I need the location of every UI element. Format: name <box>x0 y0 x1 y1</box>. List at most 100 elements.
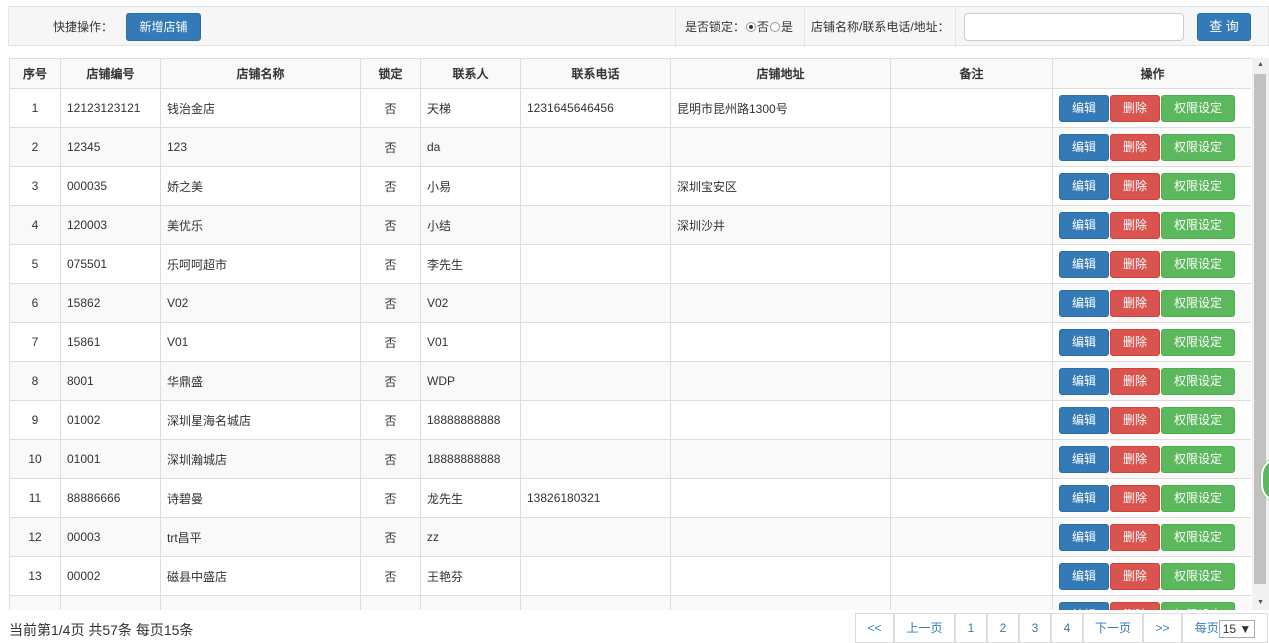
permission-button[interactable]: 权限设定 <box>1161 328 1235 356</box>
per-page-select[interactable]: 15 ▼ <box>1218 619 1256 638</box>
permission-button[interactable]: 权限设定 <box>1161 133 1235 161</box>
edit-button[interactable]: 编辑 <box>1059 250 1109 278</box>
permission-button[interactable]: 权限设定 <box>1161 211 1235 239</box>
scroll-up-arrow-icon[interactable]: ▲ <box>1252 58 1269 72</box>
cell-locked: 否 <box>360 244 421 284</box>
delete-button[interactable]: 删除 <box>1110 445 1160 473</box>
toolbar-divider <box>804 7 805 47</box>
permission-button[interactable]: 权限设定 <box>1161 289 1235 317</box>
delete-button[interactable]: 删除 <box>1110 172 1160 200</box>
pager-page-1[interactable]: 1 <box>955 613 987 643</box>
permission-button[interactable]: 权限设定 <box>1161 523 1235 551</box>
cell-name: trt昌平 <box>160 517 361 557</box>
lock-yes-radio[interactable] <box>770 21 781 32</box>
delete-button[interactable]: 删除 <box>1110 484 1160 512</box>
delete-button[interactable]: 删除 <box>1110 133 1160 161</box>
cell-locked: 否 <box>360 361 421 401</box>
permission-button[interactable]: 权限设定 <box>1161 445 1235 473</box>
cell-locked: 否 <box>360 478 421 518</box>
pager-last[interactable]: >> <box>1143 613 1182 643</box>
delete-button[interactable]: 删除 <box>1110 562 1160 590</box>
scrollbar-thumb[interactable] <box>1254 74 1266 584</box>
cell-phone <box>520 400 671 440</box>
pager-prev[interactable]: 上一页 <box>894 613 955 643</box>
delete-button[interactable]: 删除 <box>1110 367 1160 395</box>
delete-button[interactable]: 删除 <box>1110 250 1160 278</box>
quick-actions-label: 快捷操作： <box>53 20 114 34</box>
permission-button[interactable]: 权限设定 <box>1161 406 1235 434</box>
cell-contact: zz <box>420 517 521 557</box>
edit-button[interactable]: 编辑 <box>1059 289 1109 317</box>
delete-button[interactable]: 删除 <box>1110 328 1160 356</box>
pager-page-2[interactable]: 2 <box>987 613 1019 643</box>
delete-button[interactable]: 删除 <box>1110 601 1160 610</box>
cell-locked: 否 <box>360 283 421 323</box>
cell-name: V02 <box>160 283 361 323</box>
cell-no: 8 <box>9 361 61 401</box>
table-row: 13 00002 磁县中盛店否王艳芬 编辑 删除 权限设定 <box>9 556 1251 596</box>
permission-button[interactable]: 权限设定 <box>1161 250 1235 278</box>
edit-button[interactable]: 编辑 <box>1059 328 1109 356</box>
query-button[interactable]: 查 询 <box>1197 13 1251 41</box>
header-name: 店铺名称 <box>160 58 361 89</box>
edit-button[interactable]: 编辑 <box>1059 445 1109 473</box>
permission-button[interactable]: 权限设定 <box>1161 367 1235 395</box>
store-table-container: 序号 店铺编号 店铺名称 锁定 联系人 联系电话 店铺地址 备注 操作 1 121… <box>9 58 1251 610</box>
edit-button[interactable]: 编辑 <box>1059 367 1109 395</box>
cell-name: 华鼎盛 <box>160 361 361 401</box>
pager-page-4[interactable]: 4 <box>1051 613 1083 643</box>
edit-button[interactable]: 编辑 <box>1059 523 1109 551</box>
delete-button[interactable]: 删除 <box>1110 406 1160 434</box>
permission-button[interactable]: 权限设定 <box>1161 562 1235 590</box>
permission-button[interactable]: 权限设定 <box>1161 601 1235 610</box>
cell-remark <box>890 439 1053 479</box>
cell-no: 13 <box>9 556 61 596</box>
permission-button[interactable]: 权限设定 <box>1161 94 1235 122</box>
cell-remark <box>890 322 1053 362</box>
cell-no: 4 <box>9 205 61 245</box>
edit-button[interactable]: 编辑 <box>1059 484 1109 512</box>
cell-name: 诗碧曼 <box>160 478 361 518</box>
cell-actions: 编辑删除权限设定 <box>1052 127 1251 167</box>
cell-contact: 小结 <box>420 205 521 245</box>
edit-button[interactable]: 编辑 <box>1059 172 1109 200</box>
edit-button[interactable]: 编辑 <box>1059 406 1109 434</box>
edit-button[interactable]: 编辑 <box>1059 133 1109 161</box>
pager-first[interactable]: << <box>855 613 894 643</box>
edit-button[interactable]: 编辑 <box>1059 94 1109 122</box>
cell-remark <box>890 361 1053 401</box>
pager-next[interactable]: 下一页 <box>1083 613 1143 643</box>
table-scrollbar[interactable]: ▲ ▼ <box>1252 58 1269 610</box>
per-page-control: 每页 15 ▼ <box>1182 613 1268 643</box>
lock-yes-label[interactable]: 是 <box>781 20 793 34</box>
cell-remark <box>890 556 1053 596</box>
delete-button[interactable]: 删除 <box>1110 523 1160 551</box>
cell-no: 14 <box>9 595 61 610</box>
lock-filter-label: 是否锁定： <box>685 20 746 34</box>
search-input[interactable] <box>964 13 1184 41</box>
delete-button[interactable]: 删除 <box>1110 211 1160 239</box>
add-store-button[interactable]: 新增店铺 <box>126 13 201 41</box>
lock-no-label[interactable]: 否 <box>757 20 769 34</box>
delete-button[interactable]: 删除 <box>1110 94 1160 122</box>
per-page-label: 每页 <box>1194 621 1219 635</box>
toolbar-divider <box>675 7 676 47</box>
edit-button[interactable]: 编辑 <box>1059 601 1109 610</box>
edit-button[interactable]: 编辑 <box>1059 211 1109 239</box>
cell-address <box>670 127 891 167</box>
pagination-summary: 当前第1/4页 共57条 每页15条 <box>9 622 194 638</box>
scroll-down-arrow-icon[interactable]: ▼ <box>1252 596 1269 610</box>
cell-actions: 编辑删除权限设定 <box>1052 322 1251 362</box>
cell-code: 01001 <box>60 439 161 479</box>
cell-remark <box>890 517 1053 557</box>
search-label: 店铺名称/联系电话/地址： <box>811 20 950 34</box>
delete-button[interactable]: 删除 <box>1110 289 1160 317</box>
cell-no: 1 <box>9 88 61 128</box>
permission-button[interactable]: 权限设定 <box>1161 172 1235 200</box>
cell-address <box>670 478 891 518</box>
lock-no-radio[interactable] <box>746 21 757 32</box>
edit-button[interactable]: 编辑 <box>1059 562 1109 590</box>
cell-actions: 编辑删除权限设定 <box>1052 439 1251 479</box>
permission-button[interactable]: 权限设定 <box>1161 484 1235 512</box>
pager-page-3[interactable]: 3 <box>1019 613 1051 643</box>
